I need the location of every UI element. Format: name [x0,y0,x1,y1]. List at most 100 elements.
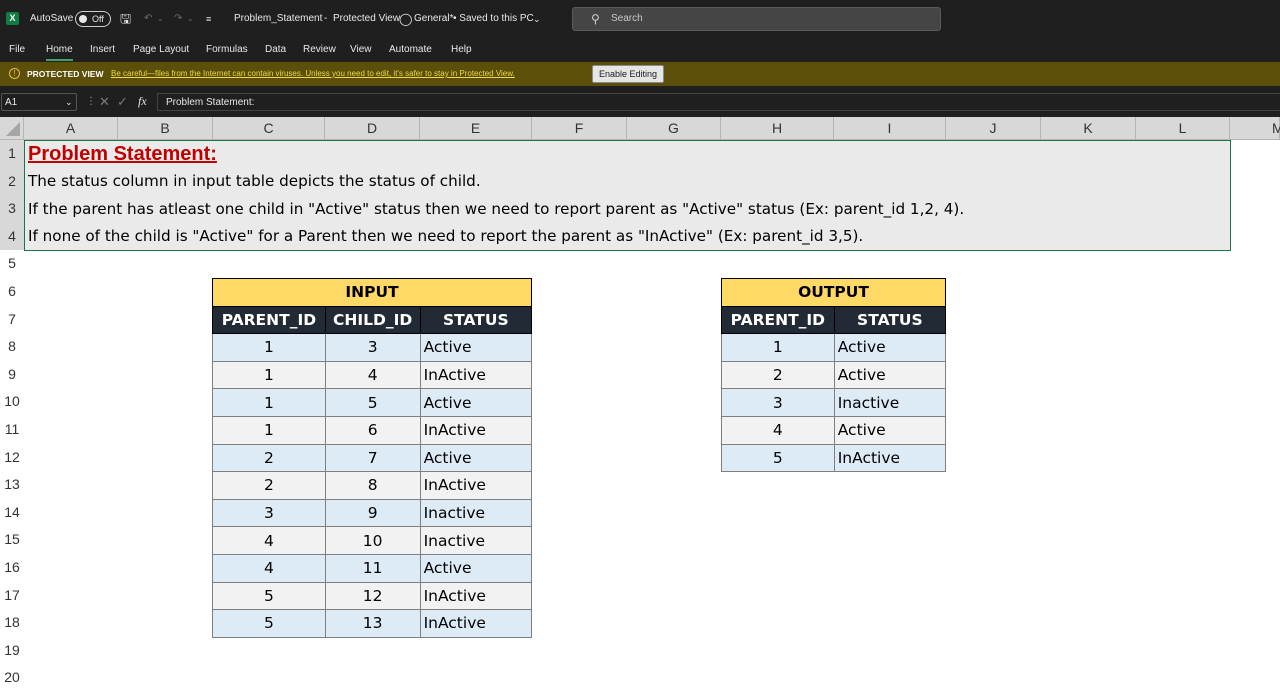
sensitivity-label[interactable]: General* [414,0,453,38]
row-header-10[interactable]: 10 [0,388,24,416]
tab-help[interactable]: Help [451,38,472,62]
column-header-i[interactable]: I [834,117,946,140]
tab-home[interactable]: Home [46,38,73,62]
autosave-toggle[interactable]: Off [75,11,111,27]
sensitivity-shield-icon[interactable]: ◯ [399,0,412,38]
parent-id-cell[interactable]: 2 [721,360,835,390]
parent-id-cell[interactable]: 5 [212,581,326,611]
tab-page-layout[interactable]: Page Layout [133,38,189,62]
output-header-status[interactable]: STATUS [833,305,947,335]
status-cell[interactable]: InActive [419,471,533,500]
column-header-c[interactable]: C [213,117,325,140]
column-header-j[interactable]: J [946,117,1041,140]
input-table-caption[interactable]: INPUT [212,278,532,307]
saved-status[interactable]: • Saved to this PC [453,0,534,38]
protected-view-message[interactable]: Be careful—files from the Internet can c… [111,62,515,86]
parent-id-cell[interactable]: 5 [212,609,326,638]
status-cell[interactable]: Inactive [419,526,533,555]
child-id-cell[interactable]: 8 [324,471,421,500]
status-cell[interactable]: Active [419,553,533,583]
parent-id-cell[interactable]: 3 [721,388,835,417]
status-cell[interactable]: Inactive [833,388,947,417]
child-id-cell[interactable]: 13 [324,609,421,638]
formula-input[interactable]: Problem Statement: [157,93,1280,111]
statement-line-3[interactable]: If none of the child is "Active" for a P… [28,223,863,250]
status-cell[interactable]: Active [833,333,947,362]
row-header-11[interactable]: 11 [0,416,24,444]
parent-id-cell[interactable]: 1 [212,415,326,445]
row-header-16[interactable]: 16 [0,554,24,582]
parent-id-cell[interactable]: 1 [212,360,326,390]
statement-line-1[interactable]: The status column in input table depicts… [28,168,481,195]
row-header-14[interactable]: 14 [0,498,24,527]
column-header-f[interactable]: F [532,117,627,140]
status-cell[interactable]: Active [833,415,947,445]
parent-id-cell[interactable]: 1 [721,333,835,362]
input-header-parent-id[interactable]: PARENT_ID [212,305,326,335]
row-header-8[interactable]: 8 [0,333,24,361]
cancel-icon[interactable]: ✕ [99,86,110,117]
column-header-k[interactable]: K [1041,117,1136,140]
parent-id-cell[interactable]: 3 [212,498,326,528]
output-table-caption[interactable]: OUTPUT [721,278,946,307]
statement-line-2[interactable]: If the parent has atleast one child in "… [28,196,964,223]
status-cell[interactable]: Active [419,388,533,417]
status-cell[interactable]: Active [419,443,533,473]
child-id-cell[interactable]: 4 [324,360,421,390]
tab-file[interactable]: File [9,38,25,62]
parent-id-cell[interactable]: 2 [212,443,326,473]
row-header-18[interactable]: 18 [0,609,24,637]
row-header-19[interactable]: 19 [0,636,24,665]
enable-editing-button[interactable]: Enable Editing [592,65,664,83]
status-cell[interactable]: Active [833,360,947,390]
child-id-cell[interactable]: 10 [324,526,421,555]
parent-id-cell[interactable]: 1 [212,333,326,362]
row-header-7[interactable]: 7 [0,305,24,334]
tab-automate[interactable]: Automate [389,38,432,62]
row-header-3[interactable]: 3 [0,195,24,223]
customize-toolbar-icon[interactable]: ≡ [206,0,211,38]
row-header-1[interactable]: 1 [0,140,24,168]
redo-dropdown-icon[interactable]: ⌄ [187,0,194,38]
row-header-12[interactable]: 12 [0,443,24,472]
parent-id-cell[interactable]: 4 [721,415,835,445]
row-header-13[interactable]: 13 [0,471,24,499]
status-cell[interactable]: InActive [419,415,533,445]
parent-id-cell[interactable]: 5 [721,443,835,473]
row-header-17[interactable]: 17 [0,581,24,610]
child-id-cell[interactable]: 6 [324,415,421,445]
more-options-icon[interactable]: ⋮ [86,86,96,117]
row-header-5[interactable]: 5 [0,250,24,278]
insert-function-icon[interactable]: fx [138,86,147,117]
undo-dropdown-icon[interactable]: ⌄ [157,0,164,38]
row-header-9[interactable]: 9 [0,360,24,389]
column-header-h[interactable]: H [721,117,834,140]
row-header-20[interactable]: 20 [0,664,24,689]
redo-icon[interactable]: ↷ [174,0,182,38]
tab-view[interactable]: View [350,38,372,62]
row-header-2[interactable]: 2 [0,167,24,196]
column-header-d[interactable]: D [325,117,420,140]
status-cell[interactable]: InActive [419,609,533,638]
search-box[interactable]: ⚲ Search [572,7,941,31]
chevron-down-icon[interactable]: ⌄ [533,0,541,38]
status-cell[interactable]: InActive [419,581,533,611]
column-header-l[interactable]: L [1136,117,1230,140]
row-header-15[interactable]: 15 [0,526,24,554]
tab-review[interactable]: Review [303,38,336,62]
select-all-button[interactable] [0,117,24,140]
name-box[interactable]: A1 ⌄ [1,93,77,111]
tab-insert[interactable]: Insert [90,38,115,62]
enter-icon[interactable]: ✓ [117,86,128,117]
status-cell[interactable]: InActive [833,443,947,473]
row-header-4[interactable]: 4 [0,222,24,251]
column-header-m[interactable]: M [1230,117,1280,140]
input-header-child-id[interactable]: CHILD_ID [324,305,421,335]
column-header-b[interactable]: B [118,117,213,140]
parent-id-cell[interactable]: 4 [212,553,326,583]
tab-formulas[interactable]: Formulas [206,38,248,62]
status-cell[interactable]: InActive [419,360,533,390]
child-id-cell[interactable]: 12 [324,581,421,611]
status-cell[interactable]: Active [419,333,533,362]
output-header-parent-id[interactable]: PARENT_ID [721,305,835,335]
